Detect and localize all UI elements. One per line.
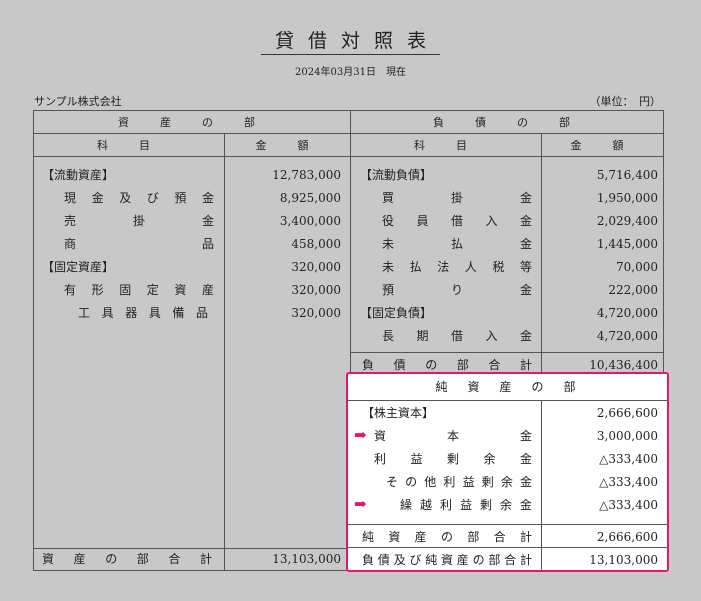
- asset-row-amount: 8,925,000: [279, 191, 341, 205]
- grid-line: [350, 352, 664, 353]
- grid-line: [541, 133, 542, 372]
- liability-row-label: 未払金: [382, 237, 532, 251]
- asset-row-label: 現金及び預金: [64, 191, 214, 205]
- liability-row-amount: 5,716,400: [596, 168, 658, 182]
- liability-row-amount: 1,445,000: [596, 237, 658, 251]
- net-assets-header: 純 資 産 の 部: [348, 374, 667, 401]
- assets-amount-header: 金 額: [255, 139, 319, 152]
- liabilities-account-header: 科 目: [414, 139, 477, 152]
- grid-line: [663, 110, 664, 372]
- net-asset-row-amount: 3,000,000: [596, 429, 658, 443]
- net-asset-row-label: 繰越利益剰余金: [400, 498, 532, 512]
- net-asset-row-label: 資本金: [374, 429, 532, 443]
- liability-row-amount: 222,000: [608, 283, 658, 297]
- net-asset-row-label: 【株主資本】: [362, 406, 435, 420]
- net-assets-total-amount: 2,666,600: [596, 530, 658, 544]
- page-title: 貸借対照表: [0, 26, 701, 55]
- liability-row-label: 【流動負債】: [360, 168, 433, 182]
- arrow-icon: ➡: [354, 426, 367, 444]
- report-date: 2024年03月31日 現在: [295, 67, 406, 78]
- net-asset-row-amount: △333,400: [599, 452, 658, 466]
- liability-row-label: 【固定負債】: [360, 306, 433, 320]
- asset-row-label: 売掛金: [64, 214, 214, 228]
- liabilities-section-header: 負 債 の 部: [433, 116, 580, 129]
- grand-total-label: 負債及び純資産の部合計: [362, 553, 532, 567]
- net-assets-total-label: 純資産の部合計: [362, 530, 532, 544]
- assets-account-header: 科 目: [97, 139, 160, 152]
- grid-line: [348, 524, 667, 525]
- arrow-icon: ➡: [354, 495, 367, 513]
- asset-row-amount: 320,000: [291, 260, 341, 274]
- asset-row-label: 工具器具備品: [78, 306, 208, 320]
- asset-row-label: 【固定資産】: [42, 260, 115, 274]
- liability-row-amount: 1,950,000: [596, 191, 658, 205]
- net-asset-row-label: その他利益剰余金: [386, 475, 532, 489]
- asset-row-label: 有形固定資産: [64, 283, 214, 297]
- liability-row-label: 長期借入金: [382, 329, 532, 343]
- net-asset-row-amount: 2,666,600: [596, 406, 658, 420]
- grid-line: [33, 156, 664, 157]
- net-asset-row-amount: △333,400: [599, 475, 658, 489]
- liability-row-amount: 4,720,000: [596, 329, 658, 343]
- liability-row-label: 役員借入金: [382, 214, 532, 228]
- net-asset-row-amount: △333,400: [599, 498, 658, 512]
- liability-row-amount: 2,029,400: [596, 214, 658, 228]
- asset-row-label: 商品: [64, 237, 214, 251]
- liability-row-label: 預り金: [382, 283, 532, 297]
- liability-row-amount: 4,720,000: [596, 306, 658, 320]
- assets-total-amount: 13,103,000: [272, 552, 341, 566]
- liabilities-amount-header: 金 額: [570, 139, 634, 152]
- net-asset-row-label: 利益剰余金: [374, 452, 532, 466]
- asset-row-amount: 458,000: [291, 237, 341, 251]
- grid-line: [33, 110, 664, 111]
- company-name: サンプル株式会社: [34, 95, 122, 108]
- asset-row-amount: 12,783,000: [272, 168, 341, 182]
- asset-row-amount: 3,400,000: [279, 214, 341, 228]
- grid-line: [224, 133, 225, 570]
- unit-label: （単位： 円）: [589, 95, 662, 108]
- liability-row-label: 未払法人税等: [382, 260, 532, 274]
- asset-row-label: 【流動資産】: [42, 168, 115, 182]
- asset-row-amount: 320,000: [291, 283, 341, 297]
- grid-line: [541, 400, 542, 570]
- grid-line: [33, 110, 34, 570]
- asset-row-amount: 320,000: [291, 306, 341, 320]
- grid-line: [33, 133, 664, 134]
- assets-total-label: 資産の部合計: [42, 552, 212, 566]
- liability-row-label: 買掛金: [382, 191, 532, 205]
- liability-row-amount: 70,000: [616, 260, 658, 274]
- assets-section-header: 資 産 の 部: [118, 116, 265, 129]
- grid-line: [33, 570, 347, 571]
- grand-total-amount: 13,103,000: [589, 553, 658, 567]
